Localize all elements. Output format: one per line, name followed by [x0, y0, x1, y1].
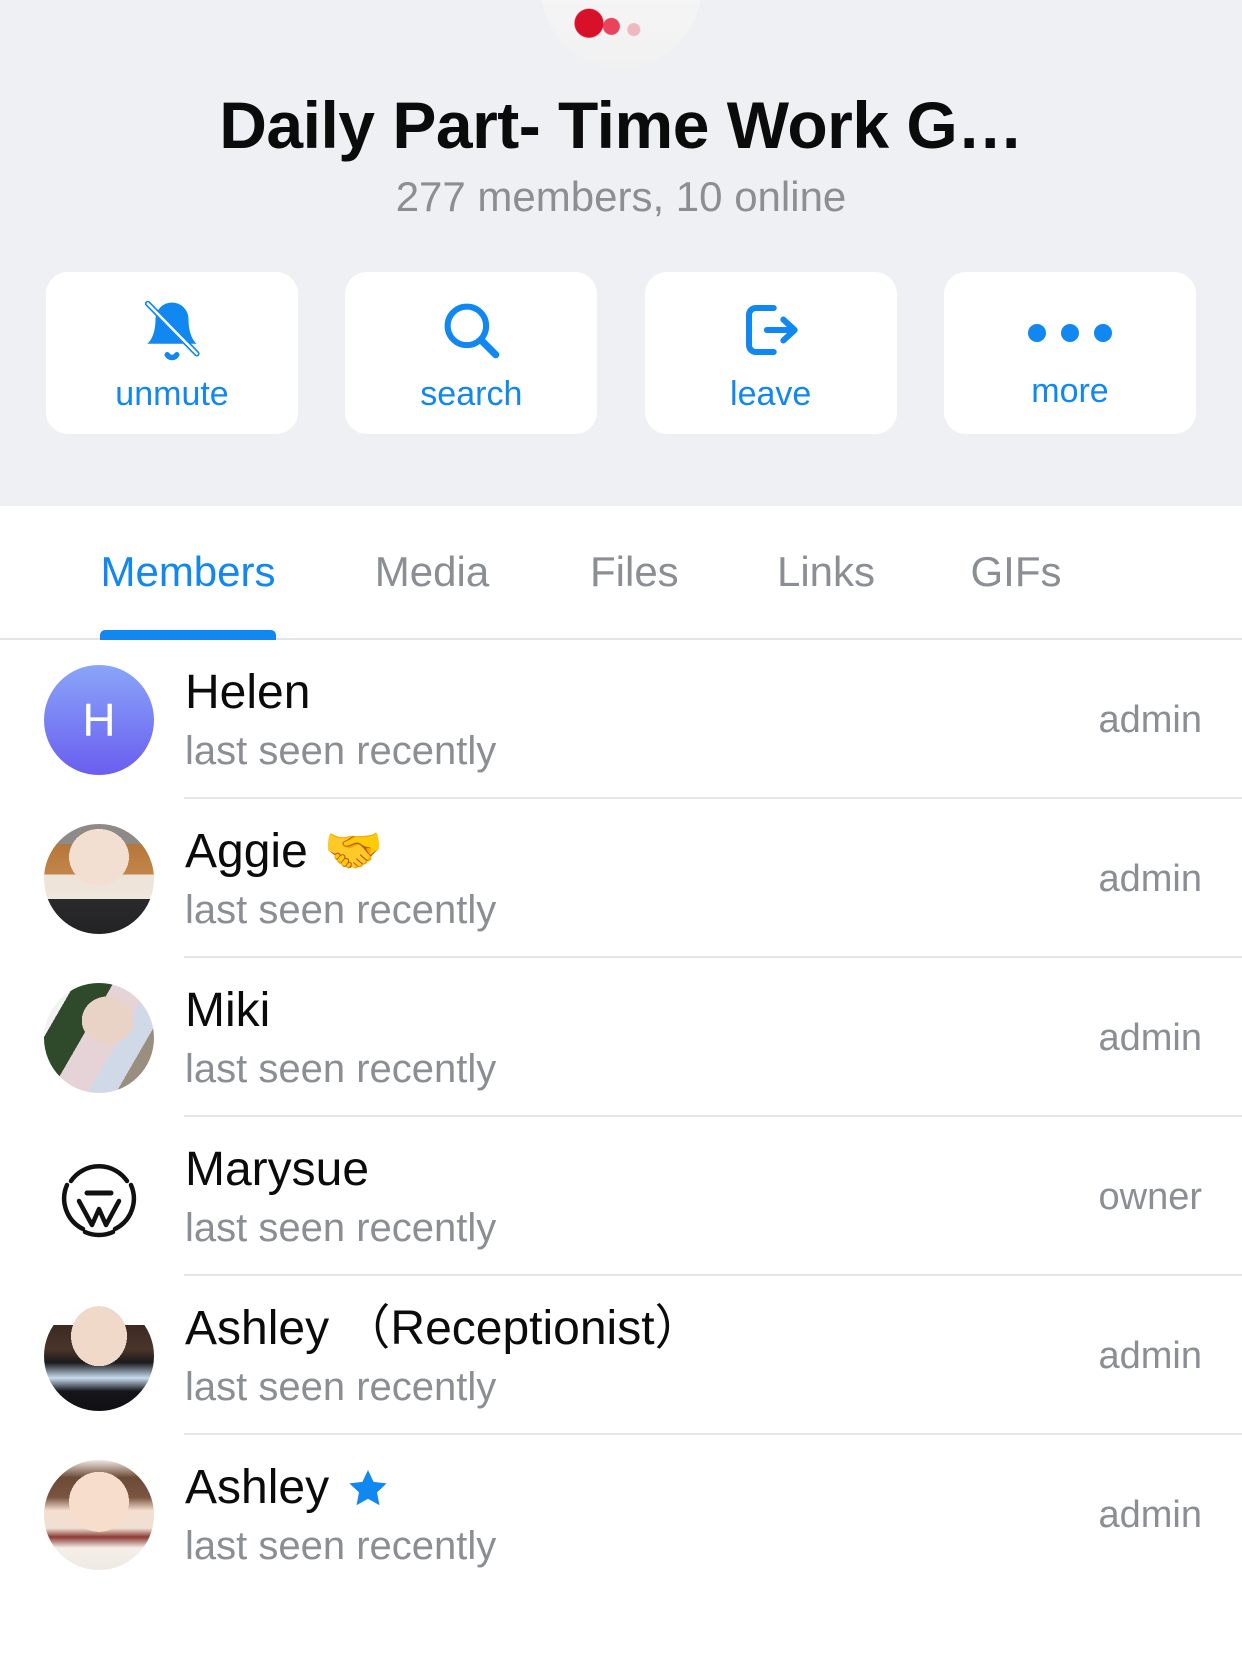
- member-name-line: Aggie 🤝: [185, 824, 1079, 880]
- member-name-line: Miki: [185, 983, 1079, 1039]
- list-item[interactable]: H Helen last seen recently admin: [0, 640, 1242, 799]
- tab-links[interactable]: Links: [774, 548, 878, 596]
- status-badge: admin: [1098, 857, 1203, 900]
- avatar-photo: [44, 1459, 154, 1570]
- quick-action-row: unmute search leave more: [46, 272, 1196, 434]
- star-icon: [345, 1465, 391, 1511]
- member-text: Aggie 🤝 last seen recently: [185, 824, 1079, 934]
- profile-header: Daily Part- Time Work G… 277 members, 10…: [0, 0, 1242, 506]
- avatar[interactable]: [44, 1141, 154, 1252]
- avatar-photo: [44, 982, 154, 1093]
- member-status: last seen recently: [185, 1364, 497, 1409]
- group-info-screen: Daily Part- Time Work G… 277 members, 10…: [0, 0, 1242, 1660]
- group-photo-avatar[interactable]: [541, 0, 701, 68]
- search-icon: [438, 292, 504, 368]
- member-name: Miki: [185, 983, 271, 1037]
- active-tab-indicator: [100, 630, 276, 640]
- list-item[interactable]: Miki last seen recently admin: [0, 958, 1242, 1117]
- ellipsis-icon: [1027, 295, 1112, 371]
- list-item[interactable]: Marysue last seen recently owner: [0, 1117, 1242, 1276]
- member-list: H Helen last seen recently admin Aggie 🤝: [0, 640, 1242, 1594]
- status-badge: admin: [1098, 698, 1203, 741]
- list-item[interactable]: Ashley （Receptionist） last seen recently…: [0, 1276, 1242, 1435]
- list-item[interactable]: Ashley last seen recently admin: [0, 1435, 1242, 1594]
- group-avatar-image: [541, 0, 701, 68]
- tab-members[interactable]: Members: [100, 548, 276, 596]
- w-monogram-logo-icon: [44, 1141, 154, 1252]
- status-badge: admin: [1098, 1334, 1203, 1377]
- member-name: Aggie: [185, 824, 308, 878]
- status-badge: owner: [1098, 1175, 1203, 1218]
- avatar[interactable]: H: [44, 664, 154, 775]
- member-name-line: Ashley: [185, 1460, 1079, 1516]
- member-text: Marysue last seen recently: [185, 1142, 1079, 1252]
- handshake-icon: 🤝: [323, 824, 384, 878]
- status-badge: admin: [1098, 1016, 1203, 1059]
- member-text: Ashley last seen recently: [185, 1460, 1079, 1570]
- avatar[interactable]: [44, 982, 154, 1093]
- member-status: last seen recently: [185, 1205, 497, 1250]
- page-title: Daily Part- Time Work G…: [219, 88, 1023, 162]
- search-button-label: search: [420, 375, 523, 413]
- member-status: last seen recently: [185, 1046, 497, 1091]
- member-count-subtitle: 277 members, 10 online: [395, 173, 847, 220]
- unmute-button[interactable]: unmute: [46, 272, 298, 434]
- member-name: Helen: [185, 665, 311, 719]
- bell-slash-icon: [139, 292, 205, 368]
- member-name: Ashley （Receptionist）: [185, 1301, 703, 1355]
- unmute-button-label: unmute: [115, 375, 229, 413]
- avatar[interactable]: [44, 1459, 154, 1570]
- member-name-line: Helen: [185, 665, 1079, 721]
- member-text: Helen last seen recently: [185, 665, 1079, 775]
- more-button-label: more: [1031, 372, 1109, 410]
- member-text: Miki last seen recently: [185, 983, 1079, 1093]
- member-name-line: Ashley （Receptionist）: [185, 1301, 1079, 1357]
- leave-arrow-icon: [738, 292, 804, 368]
- avatar-photo: [44, 823, 154, 934]
- tab-media[interactable]: Media: [370, 548, 494, 596]
- leave-button-label: leave: [730, 375, 812, 413]
- tab-gifs[interactable]: GIFs: [970, 548, 1062, 596]
- content-tab-bar: Members Media Files Links GIFs: [0, 506, 1242, 640]
- list-item[interactable]: Aggie 🤝 last seen recently admin: [0, 799, 1242, 958]
- search-button[interactable]: search: [345, 272, 598, 434]
- member-status: last seen recently: [185, 887, 497, 932]
- more-button[interactable]: more: [943, 272, 1196, 434]
- tab-files[interactable]: Files: [590, 548, 679, 596]
- member-status: last seen recently: [185, 1523, 497, 1568]
- status-badge: admin: [1098, 1493, 1203, 1536]
- member-name: Marysue: [185, 1142, 370, 1196]
- member-status: last seen recently: [185, 728, 497, 773]
- member-text: Ashley （Receptionist） last seen recently: [185, 1301, 1079, 1411]
- member-name-line: Marysue: [185, 1142, 1079, 1198]
- avatar-photo: [44, 1300, 154, 1411]
- leave-button[interactable]: leave: [644, 272, 897, 434]
- avatar[interactable]: [44, 1300, 154, 1411]
- avatar[interactable]: [44, 823, 154, 934]
- member-name: Ashley: [185, 1460, 330, 1514]
- avatar-initial: H: [44, 664, 154, 775]
